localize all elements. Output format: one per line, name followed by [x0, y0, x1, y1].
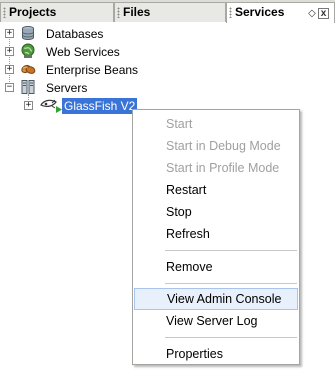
tab-files[interactable]: Files: [114, 2, 226, 22]
menu-item-properties[interactable]: Properties: [134, 343, 298, 365]
expand-toggle[interactable]: +: [5, 65, 14, 74]
tab-projects[interactable]: Projects: [0, 2, 114, 22]
expand-toggle[interactable]: +: [5, 29, 14, 38]
restore-window-icon[interactable]: ◇: [307, 7, 317, 20]
tab-controls: ◇ x: [307, 6, 329, 20]
close-icon[interactable]: x: [318, 7, 329, 19]
tree-node-enterprise-beans[interactable]: + Enterprise Beans: [0, 61, 200, 79]
collapse-toggle[interactable]: −: [5, 83, 14, 92]
tree-node-label: Web Services: [46, 45, 120, 59]
menu-separator: [165, 283, 297, 284]
tree-node-servers[interactable]: − Servers: [0, 79, 200, 97]
tab-projects-label: Projects: [9, 5, 57, 19]
server-context-menu: Start Start in Debug Mode Start in Profi…: [132, 109, 300, 365]
tree-node-label: GlassFish V2: [62, 98, 138, 114]
database-icon: [22, 26, 34, 41]
menu-item-view-admin-console[interactable]: View Admin Console: [134, 288, 298, 310]
tree-node-label: Databases: [46, 27, 104, 41]
tree-node-label: Servers: [46, 81, 88, 95]
web-services-icon: [21, 43, 35, 58]
tab-files-label: Files: [123, 5, 151, 19]
menu-item-remove[interactable]: Remove: [134, 256, 298, 278]
tab-strip: Projects Files Services ◇ x: [0, 0, 335, 23]
menu-item-restart[interactable]: Restart: [134, 179, 298, 201]
drag-grip-icon: [3, 7, 6, 18]
menu-item-view-server-log[interactable]: View Server Log: [134, 310, 298, 332]
menu-separator: [165, 337, 297, 338]
enterprise-beans-icon: [21, 64, 36, 74]
tree-node-label: Enterprise Beans: [46, 63, 139, 77]
menu-item-refresh[interactable]: Refresh: [134, 223, 298, 245]
drag-grip-icon: [229, 7, 232, 18]
menu-item-start[interactable]: Start: [134, 113, 298, 135]
servers-icon: [21, 80, 35, 94]
tab-services[interactable]: Services ◇ x: [226, 2, 335, 23]
drag-grip-icon: [117, 7, 120, 18]
menu-separator: [165, 250, 297, 251]
tree-node-web-services[interactable]: + Web Services: [0, 43, 200, 61]
tree-node-databases[interactable]: + Databases: [0, 25, 200, 43]
expand-toggle[interactable]: +: [24, 101, 33, 110]
menu-item-start-debug[interactable]: Start in Debug Mode: [134, 135, 298, 157]
menu-item-stop[interactable]: Stop: [134, 201, 298, 223]
glassfish-icon: [40, 99, 62, 113]
menu-item-start-profile[interactable]: Start in Profile Mode: [134, 157, 298, 179]
expand-toggle[interactable]: +: [5, 47, 14, 56]
tab-services-label: Services: [235, 5, 285, 19]
